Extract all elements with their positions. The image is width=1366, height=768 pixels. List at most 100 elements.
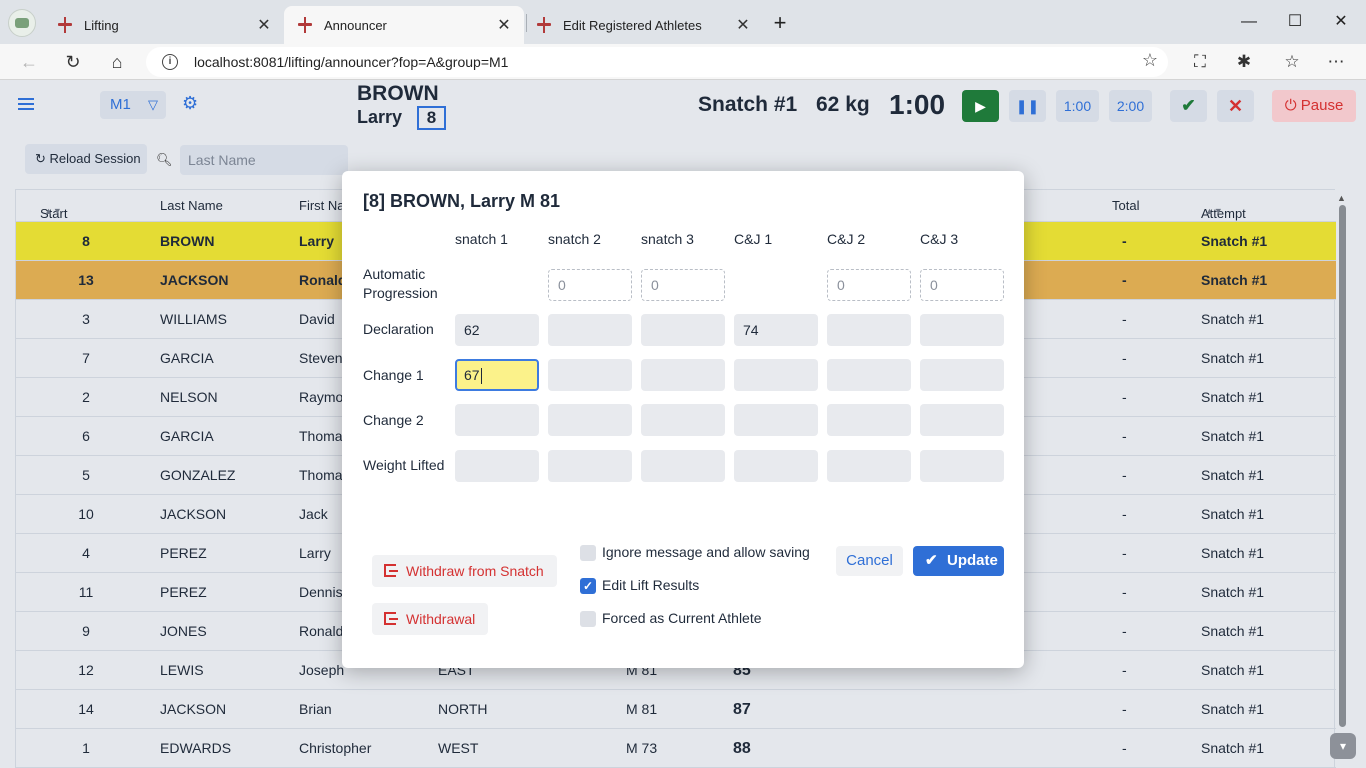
url-field[interactable]: i localhost:8081/lifting/announcer?fop=A… xyxy=(146,47,1168,77)
close-tab-icon[interactable]: ✕ xyxy=(254,15,274,35)
change1-snatch-2-input[interactable] xyxy=(548,359,632,391)
column-header-cj-1: C&J 1 xyxy=(734,231,773,247)
scroll-up-icon[interactable]: ▲ xyxy=(1337,193,1346,203)
stop-clock-button[interactable]: ❚❚ xyxy=(1009,90,1046,122)
lifted-cj-1-input[interactable] xyxy=(734,450,818,482)
power-icon: ⏻ xyxy=(1284,97,1297,114)
favorites-icon[interactable]: ☆ xyxy=(1278,48,1306,76)
last-name-cell: GARCIA xyxy=(160,350,214,366)
gear-icon[interactable]: ⚙ xyxy=(182,94,200,112)
dialog-title: [8] BROWN, Larry M 81 xyxy=(363,191,561,211)
good-lift-button[interactable]: ✔ xyxy=(1170,90,1207,122)
last-name-cell: LEWIS xyxy=(160,662,204,678)
total-cell: - xyxy=(1122,623,1127,639)
browser-tab-bar: Lifting ✕ Announcer ✕ Edit Registered At… xyxy=(0,0,1366,44)
url-text[interactable]: localhost:8081/lifting/announcer?fop=A&g… xyxy=(194,54,508,70)
screenshot-icon[interactable]: ⛶ xyxy=(1186,48,1214,76)
change1-cj-3-input[interactable] xyxy=(920,359,1004,391)
update-button[interactable]: ✔ Update xyxy=(913,546,1004,576)
declaration-snatch-3-input[interactable] xyxy=(641,314,725,346)
lifted-cj-2-input[interactable] xyxy=(827,450,911,482)
last-name-cell: NELSON xyxy=(160,389,218,405)
change2-cj-3-input[interactable] xyxy=(920,404,1004,436)
declaration-cj-2-input[interactable] xyxy=(827,314,911,346)
new-tab-icon[interactable]: + xyxy=(766,10,794,38)
start-clock-button[interactable]: ▶ xyxy=(962,90,999,122)
more-icon[interactable]: ⋯ xyxy=(1322,48,1350,76)
change2-snatch-1-input[interactable] xyxy=(455,404,539,436)
edit-lift-results-checkbox[interactable]: ✓ xyxy=(580,578,596,594)
change1-snatch-1-input[interactable]: 67 xyxy=(455,359,539,391)
menu-icon[interactable] xyxy=(18,98,34,110)
close-tab-icon[interactable]: ✕ xyxy=(494,15,514,35)
withdraw-from-snatch-button[interactable]: Withdraw from Snatch xyxy=(372,555,557,587)
change2-cj-1-input[interactable] xyxy=(734,404,818,436)
first-name-cell: Dennis xyxy=(299,584,343,600)
close-tab-icon[interactable]: ✕ xyxy=(733,15,753,35)
withdrawal-button[interactable]: Withdrawal xyxy=(372,603,488,635)
scrollbar-thumb[interactable] xyxy=(1339,205,1346,727)
ignore-message-checkbox[interactable] xyxy=(580,545,596,561)
window-close-icon[interactable]: ✕ xyxy=(1326,8,1356,36)
forced-current-athlete-checkbox[interactable] xyxy=(580,611,596,627)
attempt-cell: Snatch #1 xyxy=(1201,311,1265,327)
change1-cj-1-input[interactable] xyxy=(734,359,818,391)
declaration-cj-3-input[interactable] xyxy=(920,314,1004,346)
x-icon: ✕ xyxy=(1227,96,1244,116)
pause-competition-button[interactable]: ⏻ Pause xyxy=(1272,90,1356,122)
sort-icon[interactable]: ▲▼ xyxy=(1205,206,1223,216)
lifted-snatch-1-input[interactable] xyxy=(455,450,539,482)
extensions-icon[interactable]: ✱ xyxy=(1230,48,1258,76)
home-icon[interactable]: ⌂ xyxy=(102,47,132,77)
total-cell: - xyxy=(1122,311,1127,327)
last-name-cell: JACKSON xyxy=(160,272,229,288)
no-lift-button[interactable]: ✕ xyxy=(1217,90,1254,122)
browser-profile-icon[interactable] xyxy=(8,9,36,37)
reload-session-button[interactable]: ↻ Reload Session xyxy=(25,144,147,174)
reset-1min-button[interactable]: 1:00 xyxy=(1056,90,1099,122)
back-icon[interactable]: ← xyxy=(14,47,44,77)
lifted-snatch-3-input[interactable] xyxy=(641,450,725,482)
column-header-last-name[interactable]: Last Name xyxy=(160,198,223,213)
sort-icon[interactable]: ▲▼ xyxy=(44,206,62,216)
change2-snatch-2-input[interactable] xyxy=(548,404,632,436)
tab-announcer[interactable]: Announcer ✕ xyxy=(284,6,524,44)
info-icon[interactable]: i xyxy=(162,54,178,70)
table-row[interactable]: 14 JACKSON Brian NORTH M 81 87 - Snatch #1 xyxy=(16,690,1336,729)
declaration-snatch-1-input[interactable]: 62 xyxy=(455,314,539,346)
declaration-cj-1-input[interactable]: 74 xyxy=(734,314,818,346)
change2-snatch-3-input[interactable] xyxy=(641,404,725,436)
column-header-total[interactable]: Total xyxy=(1112,198,1139,213)
ignore-message-label[interactable]: Ignore message and allow saving xyxy=(602,544,810,560)
total-cell: - xyxy=(1122,662,1127,678)
tab-lifting[interactable]: Lifting ✕ xyxy=(44,6,284,44)
play-icon: ▶ xyxy=(975,98,986,114)
current-attempt: Snatch #1 xyxy=(698,93,798,116)
reset-2min-button[interactable]: 2:00 xyxy=(1109,90,1152,122)
declaration-snatch-2-input[interactable] xyxy=(548,314,632,346)
maximize-icon[interactable]: ☐ xyxy=(1280,8,1310,36)
table-row[interactable]: 1 EDWARDS Christopher WEST M 73 88 - Snatch #1 xyxy=(16,729,1336,768)
last-name-filter-input[interactable] xyxy=(180,145,348,175)
tab-edit-registered-athletes[interactable]: Edit Registered Athletes ✕ xyxy=(523,6,763,44)
current-athlete-first-name: Larry xyxy=(357,107,403,127)
change1-snatch-3-input[interactable] xyxy=(641,359,725,391)
next-weight-cell: 88 xyxy=(733,740,751,757)
lifted-cj-3-input[interactable] xyxy=(920,450,1004,482)
cancel-button[interactable]: Cancel xyxy=(836,546,903,576)
row-label-change-2: Change 2 xyxy=(363,412,424,428)
favorite-star-icon[interactable]: ☆ xyxy=(1142,50,1158,71)
edit-lift-results-label[interactable]: Edit Lift Results xyxy=(602,577,699,593)
chevron-down-icon: ▽ xyxy=(148,97,158,112)
lifted-snatch-2-input[interactable] xyxy=(548,450,632,482)
start-number-cell: 12 xyxy=(78,662,94,678)
change2-cj-2-input[interactable] xyxy=(827,404,911,436)
forced-current-athlete-label[interactable]: Forced as Current Athlete xyxy=(602,610,762,626)
vaadin-dev-tools-icon[interactable]: ▾ xyxy=(1330,733,1356,759)
pause-icon: ❚❚ xyxy=(1015,98,1040,114)
minimize-icon[interactable]: — xyxy=(1234,8,1264,36)
group-select[interactable]: M1 ▽ xyxy=(100,91,166,119)
change1-cj-2-input[interactable] xyxy=(827,359,911,391)
refresh-icon[interactable]: ↻ xyxy=(58,47,88,77)
last-name-cell: BROWN xyxy=(160,233,215,249)
